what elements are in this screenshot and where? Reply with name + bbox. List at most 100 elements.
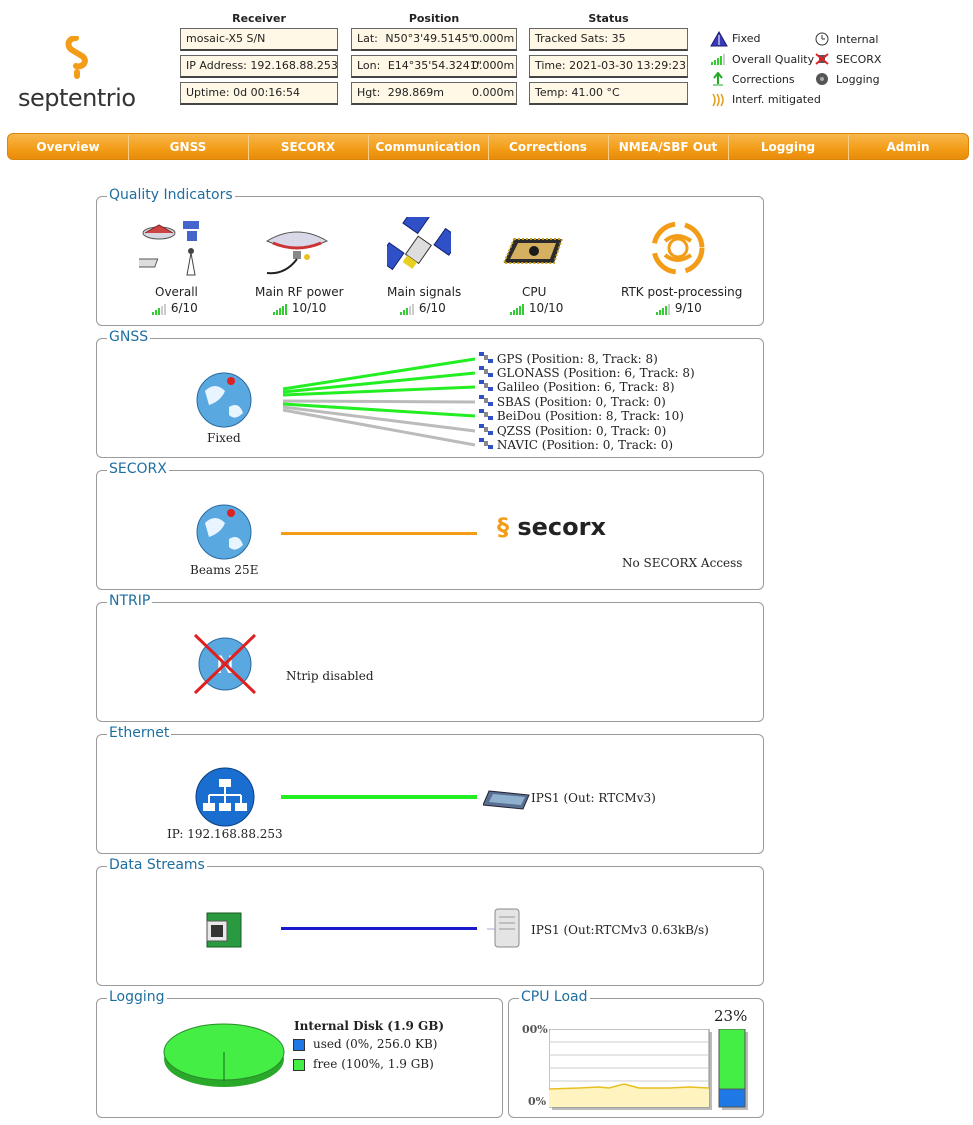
legend-corrections-label: Corrections [732, 73, 795, 86]
nav-admin[interactable]: Admin [848, 134, 968, 161]
qi-signals-score: 6/10 [418, 301, 446, 315]
cpu-load-bar [718, 1088, 746, 1108]
ethernet-port[interactable]: IPS1 (Out: RTCMv3) [531, 791, 656, 805]
rtk-postprocessing-icon [651, 221, 705, 275]
legend-internal-label: Internal [836, 33, 879, 46]
logging-title: Logging [107, 989, 167, 1005]
server-icon [487, 908, 520, 948]
stream-info[interactable]: IPS1 (Out:RTCMv3 0.63kB/s) [531, 923, 709, 937]
qi-rtk: 9/10 [655, 301, 702, 315]
clock-icon [815, 32, 829, 46]
status-time: Time: 2021-03-30 13:29:23 [529, 55, 688, 78]
rf-antenna-icon [265, 231, 329, 275]
lon-accuracy: 0.000m [472, 59, 515, 72]
streams-title: Data Streams [107, 857, 207, 873]
nav-secorx[interactable]: SECORX [248, 134, 368, 161]
nav-corrections[interactable]: Corrections [488, 134, 608, 161]
status-heading: Status [588, 12, 629, 25]
disk-title: Internal Disk (1.9 GB) [294, 1019, 445, 1033]
disk-usage-pie [163, 1023, 285, 1087]
globe-icon [196, 504, 252, 560]
qi-cpu: 10/10 [509, 301, 563, 315]
qi-rtk-label: RTK post-processing [621, 285, 743, 299]
lon-value: E14°35'54.3241" [387, 59, 482, 72]
qi-rf-score: 10/10 [291, 301, 327, 315]
constellation-navic-label: NAVIC (Position: 0, Track: 0) [496, 438, 674, 452]
ntrip-disabled-icon: N [193, 633, 257, 695]
logging-disk-icon [816, 73, 828, 85]
constellation-qzss[interactable]: QZSS (Position: 0, Track: 0) [479, 423, 666, 438]
position-lat: Lat: N50°3'49.5145" 0.000m [351, 28, 517, 51]
legend-secorx-label: SECORX [836, 53, 882, 66]
corrections-icon [713, 72, 723, 86]
constellation-beidou[interactable]: BeiDou (Position: 8, Track: 10) [479, 408, 684, 423]
globe-icon [196, 372, 252, 428]
ntrip-status: Ntrip disabled [286, 669, 374, 683]
legend-interf-label: Interf. mitigated [732, 93, 821, 106]
qi-rtk-score: 9/10 [674, 301, 702, 315]
lat-value: N50°3'49.5145" [385, 32, 474, 45]
secorx-beams: Beams 25E [190, 563, 259, 577]
streams-panel: Data Streams IPS1 (Out:RTCMv3 0.63kB/s) [96, 857, 764, 986]
ntrip-panel: NTRIP N Ntrip disabled [96, 593, 764, 722]
disk-free: free (100%, 1.9 GB) [313, 1057, 434, 1071]
secorx-logo: § secorx [497, 513, 606, 541]
nav-logging[interactable]: Logging [728, 134, 848, 161]
signal-bars-icon [152, 303, 166, 315]
nav-nmea-sbf-out[interactable]: NMEA/SBF Out [608, 134, 728, 161]
constellation-glonass-label: GLONASS (Position: 6, Track: 8) [496, 366, 695, 380]
ethernet-ip: IP: 192.168.88.253 [167, 827, 283, 841]
satellite-icon [479, 438, 493, 449]
satellite-icon [479, 352, 493, 363]
qi-rf: 10/10 [272, 301, 326, 315]
satellite-icon [479, 395, 493, 406]
lat-label: Lat: [357, 32, 378, 45]
lat-accuracy: 0.000m [472, 32, 515, 45]
quality-panel: Quality Indicators Overall Main RF power… [96, 187, 764, 326]
nav-gnss[interactable]: GNSS [128, 134, 248, 161]
position-lon: Lon: E14°35'54.3241" 0.000m [351, 55, 517, 78]
gnss-panel: GNSS Fixed GPS (Position: 8, Track: 8) G… [96, 329, 764, 458]
network-icon [195, 767, 255, 827]
main-signals-satellite-icon [387, 217, 451, 271]
used-swatch [293, 1039, 305, 1051]
logging-panel: Logging Internal Disk (1.9 GB) used (0%,… [96, 989, 503, 1118]
quality-title: Quality Indicators [107, 187, 235, 203]
signal-bars-icon [711, 54, 725, 65]
signal-bars-icon [656, 303, 670, 315]
hgt-accuracy: 0.000m [472, 86, 515, 99]
constellation-galileo-label: Galileo (Position: 6, Track: 8) [496, 380, 675, 394]
qi-overall-label: Overall [155, 285, 198, 299]
cpu-chip-icon [502, 238, 564, 264]
disk-used: used (0%, 256.0 KB) [313, 1037, 438, 1051]
qi-overall: 6/10 [151, 301, 198, 315]
constellation-beidou-label: BeiDou (Position: 8, Track: 10) [496, 409, 684, 423]
gnss-signal-lines [282, 357, 476, 447]
secorx-access-status: No SECORX Access [622, 556, 743, 570]
stream-link-line [281, 927, 477, 930]
constellation-sbas[interactable]: SBAS (Position: 0, Track: 0) [479, 394, 666, 409]
legend-logging-label: Logging [836, 73, 880, 86]
status-temp: Temp: 41.00 °C [529, 82, 688, 105]
cpu-axis-top: 00% [522, 1023, 548, 1036]
constellation-glonass[interactable]: GLONASS (Position: 6, Track: 8) [479, 365, 695, 380]
qi-cpu-label: CPU [522, 285, 547, 299]
nav-overview[interactable]: Overview [8, 134, 128, 161]
satellite-icon [479, 424, 493, 435]
hgt-label: Hgt: [357, 86, 381, 99]
position-hgt: Hgt: 298.869m 0.000m [351, 82, 517, 105]
constellation-gps[interactable]: GPS (Position: 8, Track: 8) [479, 351, 658, 366]
main-nav: Overview GNSS SECORX Communication Corre… [7, 133, 969, 160]
hgt-value: 298.869m [387, 86, 444, 99]
nav-communication[interactable]: Communication [368, 134, 488, 161]
receiver-uptime: Uptime: 0d 00:16:54 [180, 82, 338, 105]
secorx-satellite-icon [815, 53, 829, 65]
secorx-logo-mark: § [497, 513, 509, 541]
gnss-mode: Fixed [207, 431, 241, 445]
status-tracked-sats: Tracked Sats: 35 [529, 28, 688, 51]
constellation-navic[interactable]: NAVIC (Position: 0, Track: 0) [479, 437, 673, 452]
satellite-icon [479, 366, 493, 377]
ethernet-panel: Ethernet IP: 192.168.88.253 IPS1 (Out: R… [96, 725, 764, 854]
cpu-axis-bottom: 0% [528, 1095, 547, 1108]
constellation-galileo[interactable]: Galileo (Position: 6, Track: 8) [479, 379, 675, 394]
